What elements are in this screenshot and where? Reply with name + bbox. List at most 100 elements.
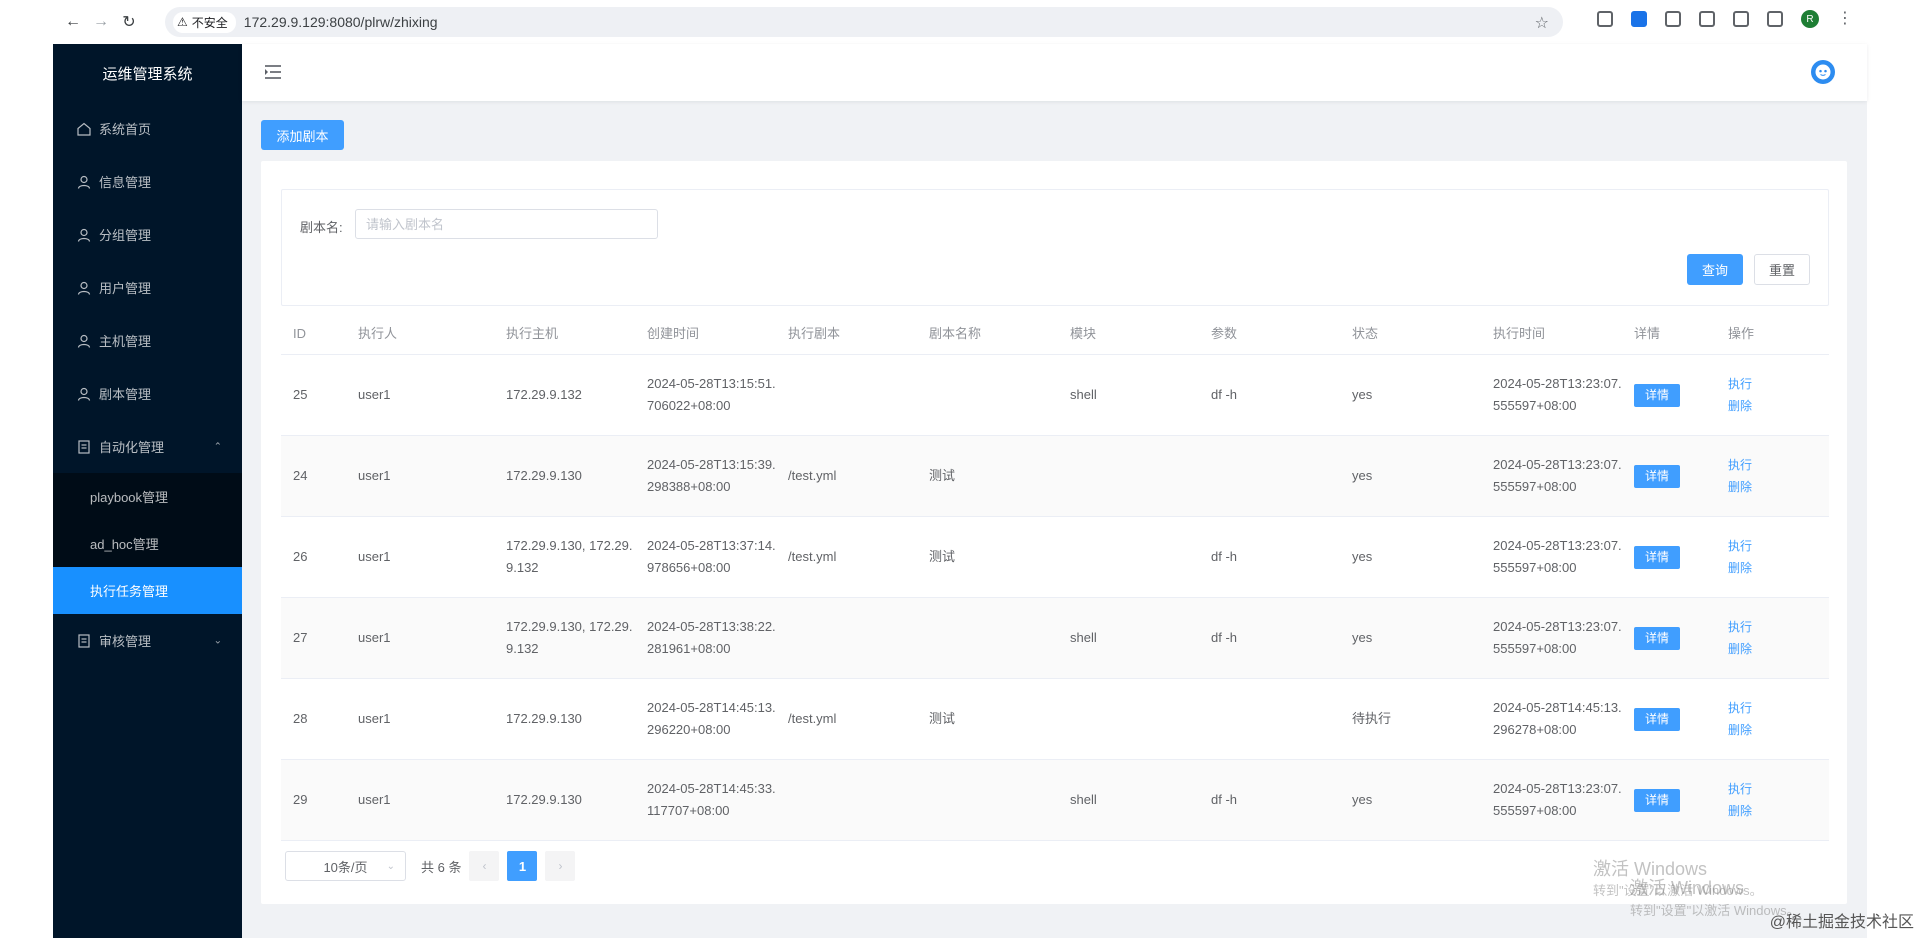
url-text: 172.29.9.129:8080/plrw/zhixing [243, 14, 438, 30]
cell-host: 172.29.9.130, 172.29.9.132 [506, 538, 633, 575]
delete-link[interactable]: 删除 [1728, 638, 1829, 660]
user-icon [77, 175, 91, 189]
sidebar-item-info[interactable]: 信息管理 [53, 155, 242, 208]
profile-avatar[interactable]: R [1801, 10, 1819, 28]
column-header: ID [293, 326, 306, 341]
page-number-button[interactable]: 1 [507, 851, 538, 881]
delete-link[interactable]: 删除 [1728, 395, 1829, 417]
cell-id: 26 [293, 549, 308, 564]
cell-ops: 执行 删除 [1716, 373, 1829, 417]
cell-exec-time: 2024-05-28T13:23:07.555597+08:00 [1493, 619, 1622, 656]
page-size-select[interactable]: 10条/页 ⌄ [285, 851, 406, 881]
column-header: 创建时间 [647, 326, 700, 341]
puzzle-icon[interactable] [1699, 11, 1715, 27]
sidebar: 运维管理系统 系统首页 信息管理 分组管理 用户管理 主机管理 剧本管理 自动化… [53, 44, 242, 938]
sidebar-item-label: 审核管理 [99, 634, 152, 649]
back-icon[interactable]: ← [59, 8, 87, 36]
sidebar-item-scripts[interactable]: 剧本管理 [53, 367, 242, 420]
download-extension-icon[interactable] [1631, 11, 1647, 27]
cell-create-time: 2024-05-28T13:15:39.298388+08:00 [647, 457, 776, 494]
delete-link[interactable]: 删除 [1728, 476, 1829, 498]
execute-link[interactable]: 执行 [1728, 535, 1829, 557]
sidebar-item-hosts[interactable]: 主机管理 [53, 314, 242, 367]
reset-button[interactable]: 重置 [1754, 254, 1810, 285]
bookmark-star-icon[interactable]: ☆ [1535, 13, 1549, 33]
warning-icon: ⚠ [177, 15, 188, 29]
detail-button[interactable]: 详情 [1634, 707, 1680, 731]
column-header: 执行人 [358, 326, 398, 341]
user-avatar[interactable] [1811, 60, 1835, 84]
sidebar-item-groups[interactable]: 分组管理 [53, 208, 242, 261]
table-row: 24 user1 172.29.9.130 2024-05-28T13:15:3… [281, 436, 1829, 517]
reading-list-icon[interactable] [1733, 11, 1749, 27]
sidebar-item-audit[interactable]: 审核管理 ⌄ [53, 614, 242, 667]
column-header: 剧本名称 [929, 326, 982, 341]
cell-status: yes [1352, 387, 1373, 402]
cell-user: user1 [358, 792, 391, 807]
document-icon [77, 633, 91, 648]
detail-button[interactable]: 详情 [1634, 464, 1680, 488]
cell-script: /test.yml [788, 711, 837, 726]
query-button[interactable]: 查询 [1687, 254, 1743, 285]
downloads-icon[interactable] [1767, 11, 1783, 27]
cell-args: df -h [1211, 792, 1238, 807]
cell-id: 29 [293, 792, 308, 807]
execute-link[interactable]: 执行 [1728, 697, 1829, 719]
cell-create-time: 2024-05-28T13:37:14.978656+08:00 [647, 538, 776, 575]
cell-id: 25 [293, 387, 308, 402]
cell-args: df -h [1211, 630, 1238, 645]
cell-host: 172.29.9.130 [506, 468, 582, 483]
submenu-item-playbook[interactable]: playbook管理 [53, 473, 242, 520]
add-script-button[interactable]: 添加剧本 [261, 120, 344, 150]
sidebar-item-users[interactable]: 用户管理 [53, 261, 242, 314]
submenu-item-tasks[interactable]: 执行任务管理 [53, 567, 242, 614]
header-bar [242, 44, 1867, 101]
forward-icon[interactable]: → [87, 8, 115, 36]
collapse-sidebar-icon[interactable] [264, 64, 282, 80]
delete-link[interactable]: 删除 [1728, 800, 1829, 822]
cell-host: 172.29.9.132 [506, 387, 582, 402]
detail-button[interactable]: 详情 [1634, 383, 1680, 407]
cell-status: 待执行 [1352, 711, 1392, 726]
address-bar[interactable]: ⚠ 不安全 172.29.9.129:8080/plrw/zhixing ☆ [165, 7, 1563, 37]
table-row: 29 user1 172.29.9.130 2024-05-28T14:45:3… [281, 760, 1829, 841]
cell-create-time: 2024-05-28T13:38:22.281961+08:00 [647, 619, 776, 656]
execute-link[interactable]: 执行 [1728, 454, 1829, 476]
script-name-input[interactable] [355, 209, 658, 239]
cell-user: user1 [358, 468, 391, 483]
cell-script: /test.yml [788, 549, 837, 564]
execute-link[interactable]: 执行 [1728, 373, 1829, 395]
reload-icon[interactable]: ↻ [115, 8, 143, 36]
sidebar-item-label: 用户管理 [99, 281, 152, 296]
extension-icon[interactable] [1597, 11, 1613, 27]
cell-ops: 执行 删除 [1716, 616, 1829, 660]
more-menu-icon[interactable]: ⋮ [1837, 11, 1853, 27]
cell-id: 24 [293, 468, 308, 483]
cell-script-name: 测试 [929, 468, 956, 483]
detail-button[interactable]: 详情 [1634, 626, 1680, 650]
cell-script-name: 测试 [929, 549, 956, 564]
cell-status: yes [1352, 549, 1373, 564]
cell-detail: 详情 [1622, 707, 1716, 731]
sidebar-item-automation[interactable]: 自动化管理 ⌃ [53, 420, 242, 473]
prev-page-button[interactable]: ‹ [469, 851, 500, 881]
next-page-button[interactable]: › [545, 851, 576, 881]
copy-extension-icon[interactable] [1665, 11, 1681, 27]
cell-host: 172.29.9.130, 172.29.9.132 [506, 619, 633, 656]
detail-button[interactable]: 详情 [1634, 545, 1680, 569]
column-header: 执行剧本 [788, 326, 841, 341]
task-table: ID 执行人 执行主机 创建时间 执行剧本 剧本名称 模块 参数 状态 执行时间… [281, 314, 1829, 841]
detail-button[interactable]: 详情 [1634, 788, 1680, 812]
home-icon [77, 122, 91, 136]
submenu-item-adhoc[interactable]: ad_hoc管理 [53, 520, 242, 567]
cell-host: 172.29.9.130 [506, 792, 582, 807]
user-icon [77, 228, 91, 242]
sidebar-item-home[interactable]: 系统首页 [53, 102, 242, 155]
security-chip[interactable]: ⚠ 不安全 [173, 11, 236, 33]
delete-link[interactable]: 删除 [1728, 719, 1829, 741]
delete-link[interactable]: 删除 [1728, 557, 1829, 579]
execute-link[interactable]: 执行 [1728, 616, 1829, 638]
cell-args: df -h [1211, 387, 1238, 402]
column-header: 执行主机 [506, 326, 559, 341]
execute-link[interactable]: 执行 [1728, 778, 1829, 800]
